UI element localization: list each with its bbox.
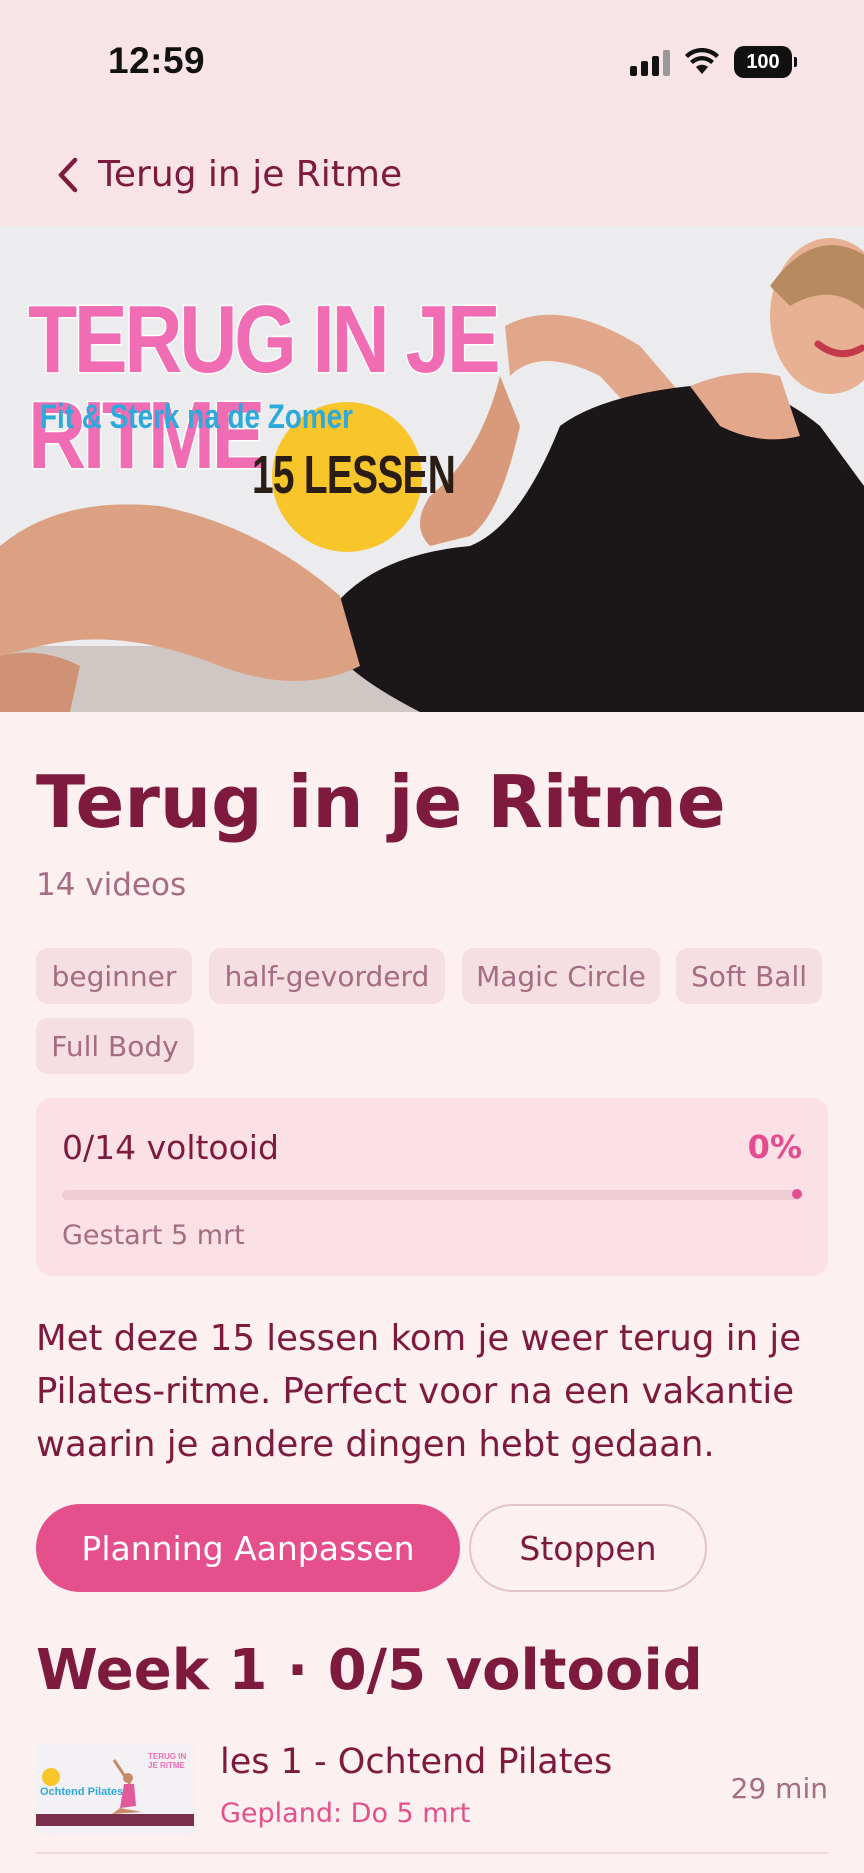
thumbnail-mat [36,1814,194,1826]
tag-beginner[interactable]: beginner [36,948,192,1004]
cellular-signal-icon [630,48,670,76]
lesson-thumbnail: TERUG IN JE RITME Ochtend Pilates [36,1744,194,1834]
tag-full-body[interactable]: Full Body [36,1018,194,1074]
tag-magic-circle[interactable]: Magic Circle [462,948,660,1004]
progress-label: 0/14 voltooid [62,1128,279,1167]
week-heading: Week 1 · 0/5 voltooid [36,1638,703,1703]
divider [36,1852,828,1854]
back-button[interactable]: Terug in je Ritme [56,154,402,195]
tag-soft-ball[interactable]: Soft Ball [676,948,822,1004]
thumbnail-figure [112,1759,142,1814]
status-icons: 100 [630,46,797,78]
progress-bar-end-dot [792,1189,802,1199]
thumbnail-title: TERUG IN JE RITME [148,1752,187,1770]
progress-started-date: Gestart 5 mrt [62,1220,245,1251]
hero-lessons-count: 15 LESSEN [252,445,456,505]
lesson-title: les 1 - Ochtend Pilates [220,1742,613,1782]
nav-bar: Terug in je Ritme [0,128,864,226]
stop-button[interactable]: Stoppen [469,1504,707,1592]
progress-percent: 0% [747,1128,802,1166]
status-time: 12:59 [108,40,206,81]
battery-icon: 100 [734,46,797,78]
chevron-left-icon [58,157,78,192]
lesson-duration: 29 min [730,1772,828,1805]
hero-subtitle: Fit & Sterk na de Zomer [40,398,353,436]
thumbnail-badge [42,1768,60,1786]
program-hero-image: TERUG IN JE RITME Fit & Sterk na de Zome… [0,226,864,712]
back-label: Terug in je Ritme [98,154,403,195]
tag-half-gevorderd[interactable]: half-gevorderd [209,948,445,1004]
lesson-planned-date: Gepland: Do 5 mrt [220,1798,471,1829]
status-bar: 12:59 100 [0,0,864,128]
lesson-row[interactable]: TERUG IN JE RITME Ochtend Pilates les 1 … [36,1742,828,1852]
progress-card: 0/14 voltooid 0% Gestart 5 mrt [36,1098,828,1276]
video-count: 14 videos [36,867,187,903]
adjust-planning-button[interactable]: Planning Aanpassen [36,1504,460,1592]
program-title: Terug in je Ritme [36,760,726,844]
progress-bar [62,1189,802,1200]
wifi-icon [685,48,719,74]
program-description: Met deze 15 lessen kom je weer terug in … [36,1318,802,1465]
